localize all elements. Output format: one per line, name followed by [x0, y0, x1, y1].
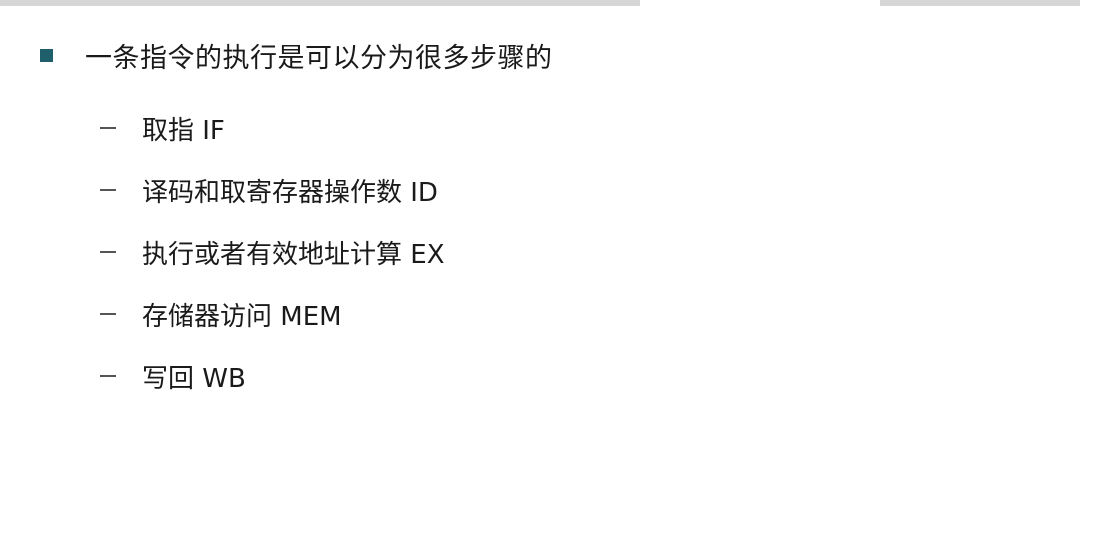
square-bullet-icon — [40, 49, 53, 62]
list-item: 存储器访问 MEM — [100, 283, 445, 345]
dash-bullet-icon — [100, 313, 116, 315]
step-mem: 存储器访问 MEM — [142, 301, 342, 332]
step-ex: 执行或者有效地址计算 EX — [142, 239, 445, 270]
list-item: 取指 IF — [100, 97, 445, 159]
dash-bullet-icon — [100, 251, 116, 253]
dash-bullet-icon — [100, 127, 116, 129]
dash-bullet-icon — [100, 189, 116, 191]
list-item: 写回 WB — [100, 345, 445, 407]
list-item: 译码和取寄存器操作数 ID — [100, 159, 445, 221]
slide: 一条指令的执行是可以分为很多步骤的 取指 IF 译码和取寄存器操作数 ID 执行… — [0, 0, 1100, 550]
dash-bullet-icon — [100, 375, 116, 377]
main-bullet-text: 一条指令的执行是可以分为很多步骤的 — [85, 43, 553, 74]
step-list: 取指 IF 译码和取寄存器操作数 ID 执行或者有效地址计算 EX 存储器访问 … — [100, 97, 445, 407]
step-if: 取指 IF — [142, 115, 225, 146]
top-shadow-left — [0, 0, 640, 6]
step-id: 译码和取寄存器操作数 ID — [142, 177, 438, 208]
list-item: 执行或者有效地址计算 EX — [100, 221, 445, 283]
top-shadow-right — [880, 0, 1080, 6]
step-wb: 写回 WB — [142, 363, 246, 394]
main-bullet: 一条指令的执行是可以分为很多步骤的 — [40, 36, 553, 75]
